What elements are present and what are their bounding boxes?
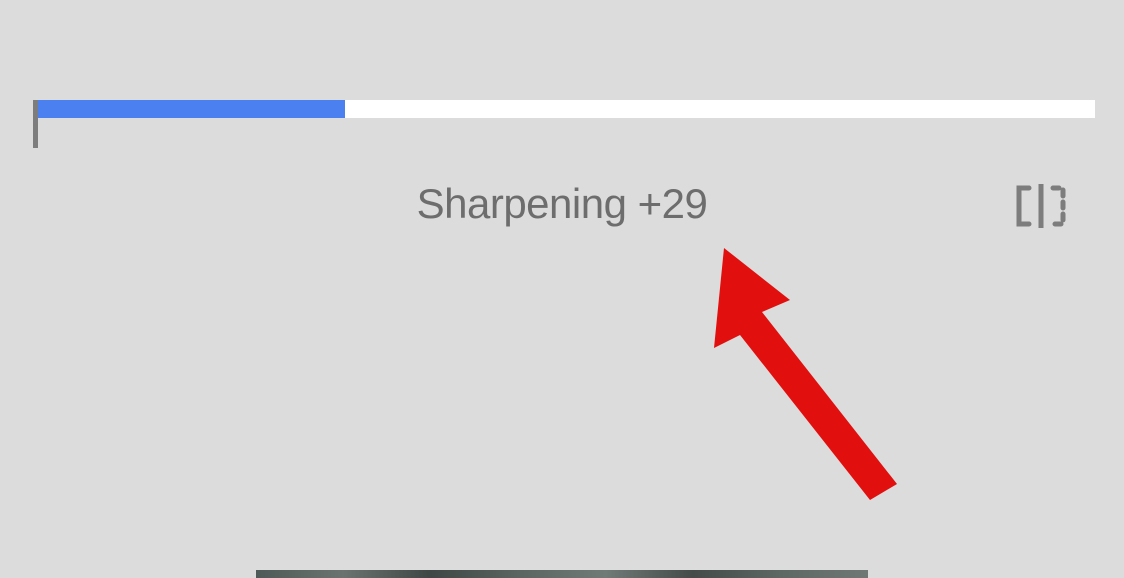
adjustment-slider[interactable] — [33, 100, 1095, 148]
thumbnail-strip — [256, 570, 868, 578]
adjustment-label-row: Sharpening +29 — [0, 180, 1124, 240]
compare-icon[interactable] — [1013, 184, 1069, 228]
adjustment-name: Sharpening — [417, 180, 627, 227]
adjustment-value: +29 — [638, 180, 708, 227]
slider-fill — [38, 100, 345, 118]
adjustment-label: Sharpening +29 — [0, 180, 1124, 228]
annotation-arrow — [700, 240, 920, 500]
slider-origin-tick — [33, 100, 38, 148]
